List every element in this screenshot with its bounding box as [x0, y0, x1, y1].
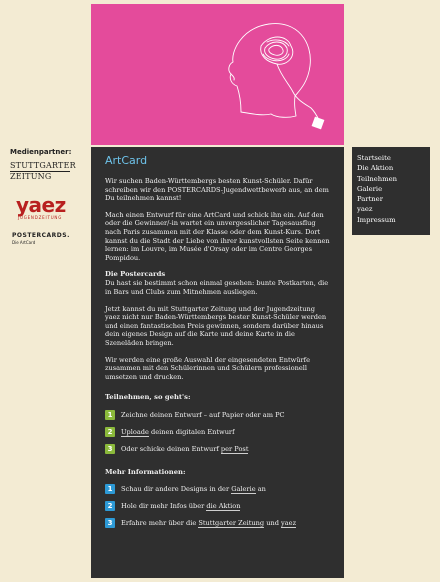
stz-logo-line2: ZEITUNG	[10, 172, 52, 181]
teilnehmen-heading: Teilnehmen, so geht's:	[105, 393, 191, 402]
nav-item-impressum[interactable]: Impressum	[357, 215, 430, 225]
partners-title: Medienpartner:	[10, 148, 72, 156]
upload-link[interactable]: Uploade	[121, 427, 149, 437]
step-number-badge: 2	[105, 426, 115, 437]
step-text: Oder schicke deinen Entwurf per Post	[121, 444, 249, 454]
info-number-badge: 2	[105, 501, 115, 512]
nav-item-galerie[interactable]: Galerie	[357, 184, 430, 194]
postercards-logo-name: POSTERCARDS.	[12, 232, 70, 239]
info-number-badge: 3	[105, 518, 115, 529]
yaez-link[interactable]: yaez	[281, 519, 297, 529]
postercards-heading: Die Postercards	[105, 270, 166, 279]
media-partners: Medienpartner: STUTTGARTER ZEITUNG yaez …	[8, 148, 88, 246]
main-content: ArtCard Wir suchen Baden-Württembergs be…	[91, 147, 344, 578]
aktion-link[interactable]: die Aktion	[206, 502, 241, 512]
step-number-badge: 3	[105, 443, 115, 454]
yaez-logo[interactable]: yaez	[16, 195, 88, 215]
nav-item-partner[interactable]: Partner	[357, 194, 430, 204]
info-item: 2 Hole dir mehr Infos über die Aktion	[105, 499, 330, 513]
info-heading: Mehr Informationen:	[105, 467, 186, 476]
postercards-logo-sub: Die ArtCard	[12, 240, 36, 245]
step-item: 3 Oder schicke deinen Entwurf per Post	[105, 442, 330, 456]
info-item: 1 Schau dir andere Designs in der Galeri…	[105, 482, 330, 496]
main-navigation: Startseite Die Aktion Teilnehmen Galerie…	[352, 147, 430, 235]
postercards-logo[interactable]: POSTERCARDS. Die ArtCard	[12, 232, 88, 246]
galerie-link[interactable]: Galerie	[231, 485, 256, 495]
head-illustration	[228, 23, 325, 130]
nav-item-yaez[interactable]: yaez	[357, 204, 430, 214]
stz-logo-line1: STUTTGARTER	[10, 161, 76, 170]
info-text: Schau dir andere Designs in der Galerie …	[121, 485, 266, 495]
header-banner	[91, 4, 344, 145]
stuttgarter-zeitung-logo[interactable]: STUTTGARTER ZEITUNG	[10, 162, 88, 181]
step-text: Zeichne deinen Entwurf – auf Papier oder…	[121, 410, 285, 419]
page-title: ArtCard	[105, 154, 148, 167]
stuttgarter-zeitung-link[interactable]: Stuttgarter Zeitung	[198, 519, 265, 529]
info-item: 3 Erfahre mehr über die Stuttgarter Zeit…	[105, 516, 330, 530]
info-text: Erfahre mehr über die Stuttgarter Zeitun…	[121, 519, 297, 529]
step-item: 2 Uploade deinen digitalen Entwurf	[105, 425, 330, 439]
nav-item-teilnehmen[interactable]: Teilnehmen	[357, 174, 430, 184]
nav-item-startseite[interactable]: Startseite	[357, 153, 430, 163]
info-text: Hole dir mehr Infos über die Aktion	[121, 502, 241, 512]
step-item: 1 Zeichne deinen Entwurf – auf Papier od…	[105, 408, 330, 422]
contest-paragraph: Jetzt kannst du mit Stuttgarter Zeitung …	[105, 304, 327, 347]
step-text: Uploade deinen digitalen Entwurf	[121, 427, 235, 437]
postercards-paragraph: Du hast sie bestimmt schon einmal gesehe…	[105, 279, 329, 296]
step-number-badge: 1	[105, 409, 115, 420]
intro-paragraph: Wir suchen Baden-Württembergs besten Kun…	[105, 177, 329, 203]
yaez-logo-sub: JUGENDZEITUNG	[18, 215, 63, 220]
info-number-badge: 1	[105, 484, 115, 495]
nav-item-die-aktion[interactable]: Die Aktion	[357, 163, 430, 173]
prize-paragraph: Mach einen Entwurf für eine ArtCard und …	[105, 210, 330, 262]
per-post-link[interactable]: per Post	[220, 444, 249, 454]
print-paragraph: Wir werden eine große Auswahl der einges…	[105, 355, 310, 381]
